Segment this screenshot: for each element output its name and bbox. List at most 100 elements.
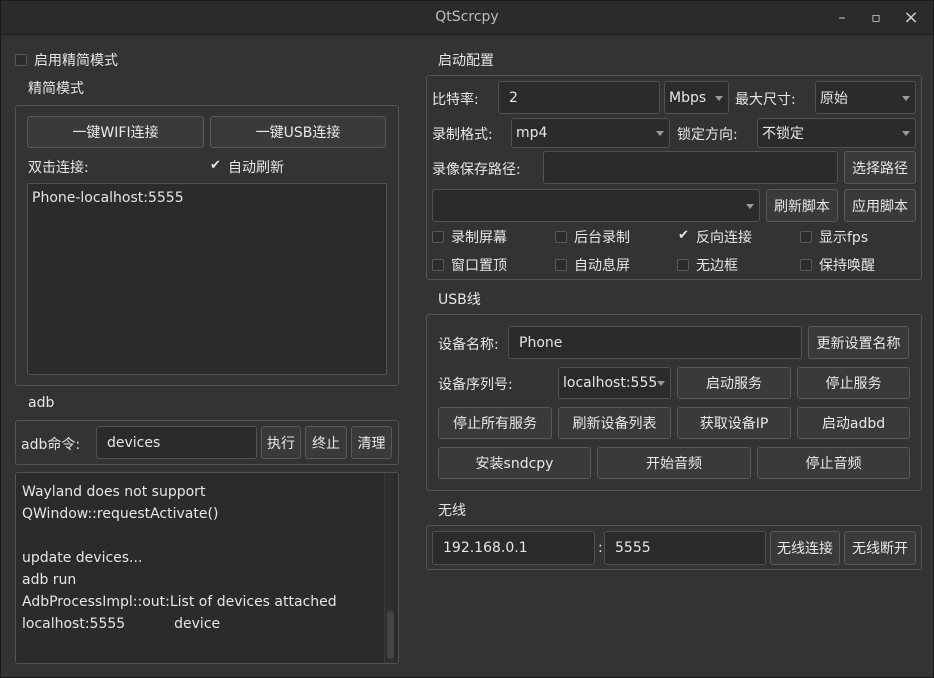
max-size-value: 原始 <box>820 90 848 107</box>
wireless-title: 无线 <box>438 503 466 519</box>
get-device-ip-button[interactable]: 获取设备IP <box>677 407 791 439</box>
option-label: 自动息屏 <box>574 258 630 274</box>
auto-refresh-label: 自动刷新 <box>228 160 284 176</box>
wireless-disconnect-button[interactable]: 无线断开 <box>844 531 916 565</box>
stop-audio-button[interactable]: 停止音频 <box>757 447 910 479</box>
option-label: 后台录制 <box>574 230 630 246</box>
log-scrollbar[interactable] <box>384 473 394 663</box>
adb-log-output[interactable]: Wayland does not support QWindow::reques… <box>15 472 399 664</box>
chevron-down-icon <box>657 381 665 386</box>
reverse-connect-checkbox[interactable]: 反向连接 <box>677 227 752 247</box>
device-name-label: 设备名称: <box>438 337 499 353</box>
script-select[interactable] <box>432 189 760 222</box>
scrollbar-thumb[interactable] <box>387 611 394 659</box>
option-label: 显示fps <box>819 230 869 246</box>
record-path-label: 录像保存路径: <box>432 162 521 178</box>
chevron-down-icon <box>656 131 664 136</box>
apply-script-button[interactable]: 应用脚本 <box>844 189 916 222</box>
stop-service-button[interactable]: 停止服务 <box>797 367 910 399</box>
bitrate-label: 比特率: <box>432 92 479 108</box>
max-size-select[interactable]: 原始 <box>815 81 916 114</box>
option-label: 录制屏幕 <box>451 230 507 246</box>
usb-title: USB线 <box>438 292 481 308</box>
window-title: QtScrcpy <box>435 9 499 25</box>
option-label: 无边框 <box>696 258 738 274</box>
background-record-checkbox[interactable]: 后台录制 <box>555 227 630 247</box>
refresh-script-button[interactable]: 刷新脚本 <box>766 189 838 222</box>
serial-value: localhost:555 <box>563 375 658 391</box>
chevron-down-icon <box>715 95 723 101</box>
device-list[interactable]: Phone-localhost:5555 <box>27 183 387 375</box>
start-audio-button[interactable]: 开始音频 <box>597 447 751 479</box>
wireless-connect-button[interactable]: 无线连接 <box>770 531 840 565</box>
serial-label: 设备序列号: <box>438 377 513 393</box>
clear-button[interactable]: 清理 <box>351 426 392 459</box>
checkbox-box <box>15 54 27 66</box>
option-label: 保持唤醒 <box>819 258 875 274</box>
minimize-icon[interactable]: – <box>831 7 853 29</box>
checkbox-box <box>677 259 689 271</box>
stop-button[interactable]: 终止 <box>305 426 347 459</box>
show-fps-checkbox[interactable]: 显示fps <box>800 227 868 247</box>
checkbox-box <box>555 259 567 271</box>
list-item[interactable]: Phone-localhost:5555 <box>32 190 184 206</box>
refresh-device-list-button[interactable]: 刷新设备列表 <box>558 407 671 439</box>
simple-mode-checkbox[interactable]: 启用精简模式 <box>15 50 118 70</box>
log-line: Wayland does not support <box>22 484 206 500</box>
record-screen-checkbox[interactable]: 录制屏幕 <box>432 227 507 247</box>
checkbox-box <box>800 259 812 271</box>
install-sndcpy-button[interactable]: 安装sndcpy <box>438 447 591 479</box>
log-line: adb run <box>22 572 77 588</box>
serial-select[interactable]: localhost:555 <box>558 367 671 399</box>
record-format-value: mp4 <box>516 125 548 141</box>
frameless-checkbox[interactable]: 无边框 <box>677 255 738 275</box>
wifi-connect-button[interactable]: 一键WIFI连接 <box>27 116 204 148</box>
record-format-select[interactable]: mp4 <box>511 118 670 148</box>
log-line: localhost:5555 device <box>22 616 221 632</box>
update-device-name-button[interactable]: 更新设置名称 <box>808 326 909 359</box>
always-on-top-checkbox[interactable]: 窗口置顶 <box>432 255 507 275</box>
adb-title: adb <box>28 395 55 411</box>
maximize-icon[interactable]: ▫ <box>865 7 887 29</box>
usb-connect-button[interactable]: 一键USB连接 <box>210 116 386 148</box>
choose-path-button[interactable]: 选择路径 <box>844 151 916 184</box>
main-window: QtScrcpy – ▫ × 启用精简模式 精简模式 一键WIFI连接 一键US… <box>0 0 934 678</box>
bitrate-unit-value: Mbps <box>669 89 707 106</box>
device-name-input[interactable]: Phone <box>508 326 802 359</box>
ip-address-input[interactable]: 192.168.0.1 <box>432 531 595 565</box>
close-icon[interactable]: × <box>900 7 922 29</box>
max-size-label: 最大尺寸: <box>735 92 796 108</box>
checkbox-box <box>800 231 812 243</box>
checkbox-box <box>432 231 444 243</box>
bitrate-unit-select[interactable]: Mbps <box>664 81 729 114</box>
adb-command-label: adb命令: <box>21 437 81 453</box>
lock-orientation-label: 锁定方向: <box>677 127 738 143</box>
start-adbd-button[interactable]: 启动adbd <box>797 407 910 439</box>
record-path-input[interactable] <box>543 151 838 184</box>
simple-mode-label: 启用精简模式 <box>34 53 118 69</box>
option-label: 反向连接 <box>696 230 752 246</box>
log-line: AdbProcessImpl::out:List of devices atta… <box>22 594 337 610</box>
start-service-button[interactable]: 启动服务 <box>677 367 791 399</box>
chevron-down-icon <box>902 131 910 136</box>
log-line: update devices... <box>22 550 143 566</box>
execute-button[interactable]: 执行 <box>261 426 301 459</box>
lock-orientation-value: 不锁定 <box>762 126 804 142</box>
lock-orientation-select[interactable]: 不锁定 <box>757 118 916 148</box>
checkbox-box <box>555 231 567 243</box>
double-click-label: 双击连接: <box>28 160 89 176</box>
checkbox-box <box>432 259 444 271</box>
stop-all-services-button[interactable]: 停止所有服务 <box>438 407 552 439</box>
stay-awake-checkbox[interactable]: 保持唤醒 <box>800 255 875 275</box>
auto-refresh-checkbox[interactable]: 自动刷新 <box>209 157 284 177</box>
auto-screen-off-checkbox[interactable]: 自动息屏 <box>555 255 630 275</box>
option-label: 窗口置顶 <box>451 258 507 274</box>
log-line: QWindow::requestActivate() <box>22 506 219 522</box>
chevron-down-icon <box>902 95 910 101</box>
bitrate-input[interactable]: 2 <box>498 81 660 114</box>
adb-command-input[interactable]: devices <box>96 426 257 459</box>
ip-port-separator: : <box>598 540 603 556</box>
title-bar[interactable]: QtScrcpy – ▫ × <box>1 1 933 35</box>
port-input[interactable]: 5555 <box>604 531 766 565</box>
